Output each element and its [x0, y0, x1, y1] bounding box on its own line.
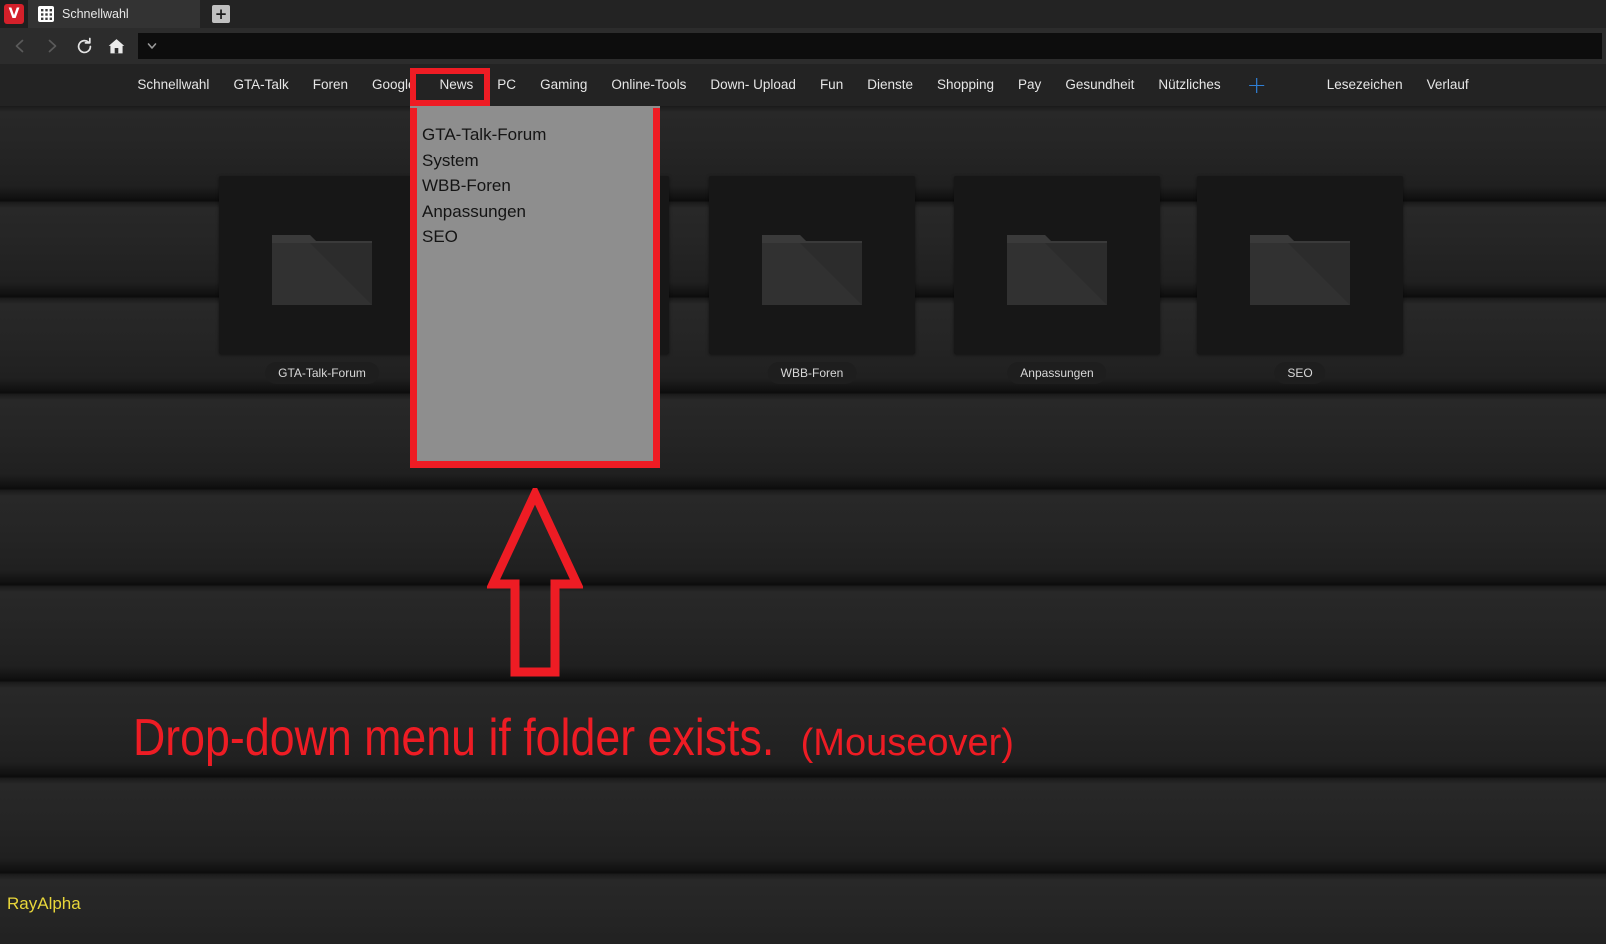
bookmark-item-lesezeichen[interactable]: Lesezeichen [1315, 72, 1415, 98]
dropdown-item-seo[interactable]: SEO [422, 224, 660, 250]
folder-icon [1007, 235, 1107, 305]
speed-dial-tile-seo[interactable]: SEO [1197, 176, 1403, 385]
bookmark-item-online-tools[interactable]: Online-Tools [599, 72, 698, 98]
bookmark-item-gta-talk[interactable]: GTA-Talk [221, 72, 300, 98]
browser-window: V Schnellwahl + Schnellwahl GTA-Talk For… [0, 0, 1606, 944]
bookmark-item-foren[interactable]: Foren [301, 72, 360, 98]
speed-dial-page: GTA-Talk-Forum System [0, 106, 1606, 944]
bookmark-item-google[interactable]: Google [360, 72, 428, 98]
address-input[interactable] [138, 33, 1602, 59]
reload-button[interactable] [68, 30, 100, 62]
dropdown-item-system[interactable]: System [422, 148, 660, 174]
bookmark-bar: Schnellwahl GTA-Talk Foren Google News P… [0, 64, 1606, 106]
bookmark-item-fun[interactable]: Fun [808, 72, 855, 98]
tab-bar: V Schnellwahl + [0, 0, 1606, 28]
speed-dial-thumbnail [219, 176, 425, 354]
new-tab-button[interactable]: + [212, 5, 230, 23]
speed-dial-tile-label: Anpassungen [1007, 362, 1107, 385]
add-bookmark-button[interactable]: + [1233, 73, 1281, 97]
dropdown-item-wbb-foren[interactable]: WBB-Foren [422, 173, 660, 199]
annotation-main-text: Drop-down menu if folder exists. [133, 709, 775, 767]
speed-dial-tile-label: SEO [1274, 362, 1326, 385]
speed-dial-grid-icon [38, 6, 54, 22]
folder-icon [1250, 235, 1350, 305]
speed-dial-tile-wbb-foren[interactable]: WBB-Foren [709, 176, 915, 385]
dropdown-item-gta-talk-forum[interactable]: GTA-Talk-Forum [422, 122, 660, 148]
speed-dial-thumbnail [954, 176, 1160, 354]
annotation-up-arrow-icon [487, 488, 583, 678]
speed-dial-tile-anpassungen[interactable]: Anpassungen [954, 176, 1160, 385]
annotation-sub-text: (Mouseover) [800, 722, 1014, 764]
bookmark-item-gaming[interactable]: Gaming [528, 72, 599, 98]
forward-button[interactable] [36, 30, 68, 62]
bookmark-bar-items: Schnellwahl GTA-Talk Foren Google News P… [125, 72, 1480, 98]
navigation-toolbar [0, 28, 1606, 64]
speed-dial-tile-label: GTA-Talk-Forum [265, 362, 379, 385]
vivaldi-logo[interactable]: V [0, 0, 28, 28]
speed-dial-tiles: GTA-Talk-Forum System [0, 106, 1606, 944]
annotation-caption: Drop-down menu if folder exists. (Mouseo… [133, 712, 1014, 764]
tab-title: Schnellwahl [62, 7, 129, 21]
speed-dial-thumbnail [1197, 176, 1403, 354]
bookmark-item-pay[interactable]: Pay [1006, 72, 1053, 98]
tab-schnellwahl[interactable]: Schnellwahl [28, 0, 200, 28]
chevron-down-icon[interactable] [146, 40, 158, 52]
back-button[interactable] [4, 30, 36, 62]
bookmark-item-news[interactable]: News [428, 72, 486, 98]
dropdown-item-anpassungen[interactable]: Anpassungen [422, 199, 660, 225]
tab-strip-empty-area: + [200, 0, 1606, 28]
bookmark-item-down-upload[interactable]: Down- Upload [698, 72, 808, 98]
bookmark-item-verlauf[interactable]: Verlauf [1415, 72, 1481, 98]
folder-icon [762, 235, 862, 305]
bookmark-folder-dropdown: GTA-Talk-Forum System WBB-Foren Anpassun… [410, 106, 660, 468]
vivaldi-logo-mark: V [4, 4, 24, 24]
watermark: RayAlpha [7, 894, 81, 913]
bookmark-item-dienste[interactable]: Dienste [855, 72, 925, 98]
bookmark-item-nuetzliches[interactable]: Nützliches [1146, 72, 1232, 98]
speed-dial-tile-gta-talk-forum[interactable]: GTA-Talk-Forum [219, 176, 425, 385]
speed-dial-thumbnail [709, 176, 915, 354]
folder-icon [272, 235, 372, 305]
speed-dial-tile-label: WBB-Foren [767, 362, 857, 385]
home-button[interactable] [100, 30, 132, 62]
bookmark-item-pc[interactable]: PC [485, 72, 528, 98]
bookmark-item-shopping[interactable]: Shopping [925, 72, 1006, 98]
bookmark-item-gesundheit[interactable]: Gesundheit [1053, 72, 1146, 98]
bookmark-item-schnellwahl[interactable]: Schnellwahl [125, 72, 221, 98]
